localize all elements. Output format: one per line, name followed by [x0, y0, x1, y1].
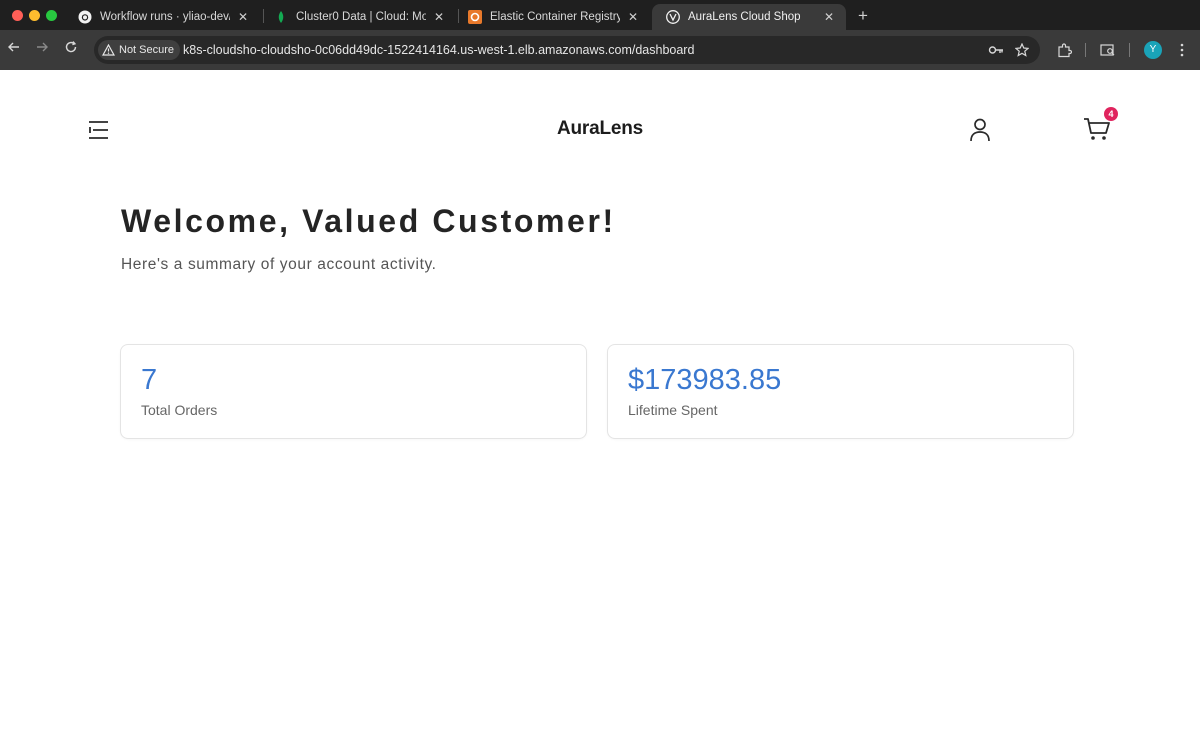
toolbar-divider — [1129, 43, 1130, 57]
page-subtitle: Here's a summary of your account activit… — [121, 256, 437, 273]
url-text[interactable]: k8s-cloudsho-cloudsho-0c06dd49dc-1522414… — [183, 43, 694, 57]
tab-close-icon[interactable]: ✕ — [236, 10, 250, 24]
stat-label: Total Orders — [141, 402, 218, 418]
tab-close-icon[interactable]: ✕ — [626, 10, 640, 24]
back-button[interactable] — [5, 40, 23, 58]
browser-tab-github[interactable]: Workflow runs · yliao-dev/The ✕ — [64, 4, 260, 30]
window-minimize-button[interactable] — [29, 10, 40, 21]
profile-avatar[interactable]: Y — [1144, 41, 1162, 59]
page-title: Welcome, Valued Customer! — [121, 203, 616, 239]
warning-icon — [102, 44, 115, 56]
cart-count-badge: 4 — [1104, 107, 1118, 121]
stat-card-lifetime-spent: $173983.85 Lifetime Spent — [607, 344, 1074, 439]
new-tab-button[interactable]: + — [854, 6, 872, 26]
window-zoom-button[interactable] — [46, 10, 57, 21]
mongodb-leaf-icon — [274, 10, 288, 24]
tab-title: Elastic Container Registry - In — [490, 11, 620, 23]
browser-tab-auralens[interactable]: AuraLens Cloud Shop ✕ — [652, 4, 846, 30]
extensions-icon[interactable] — [1055, 41, 1073, 59]
stat-card-total-orders: 7 Total Orders — [120, 344, 587, 439]
stat-label: Lifetime Spent — [628, 402, 718, 418]
forward-button[interactable] — [33, 40, 51, 58]
security-indicator[interactable]: Not Secure — [98, 40, 181, 60]
account-user-icon[interactable] — [968, 117, 992, 143]
auralens-icon — [666, 10, 680, 24]
stat-value: $173983.85 — [628, 364, 782, 396]
site-logo[interactable]: AuraLens — [0, 118, 1200, 140]
security-label: Not Secure — [119, 44, 175, 56]
browser-tab-strip: Workflow runs · yliao-dev/The ✕ Cluster0… — [0, 0, 1200, 30]
tab-title: Cluster0 Data | Cloud: Mongo — [296, 11, 426, 23]
tab-close-icon[interactable]: ✕ — [432, 10, 446, 24]
tab-title: AuraLens Cloud Shop — [688, 11, 801, 23]
password-key-icon[interactable] — [988, 42, 1004, 58]
reading-list-icon[interactable] — [1099, 41, 1117, 59]
tab-title: Workflow runs · yliao-dev/The — [100, 11, 230, 23]
bookmark-star-icon[interactable] — [1014, 42, 1030, 58]
browser-tab-mongodb[interactable]: Cluster0 Data | Cloud: Mongo ✕ — [260, 4, 456, 30]
tab-close-icon[interactable]: ✕ — [822, 10, 836, 24]
browser-tab-aws-ecr[interactable]: Elastic Container Registry - In ✕ — [454, 4, 650, 30]
reload-button[interactable] — [62, 40, 80, 58]
aws-ecr-icon — [468, 10, 482, 24]
stat-value: 7 — [141, 364, 158, 396]
github-icon — [78, 10, 92, 24]
window-close-button[interactable] — [12, 10, 23, 21]
toolbar-divider — [1085, 43, 1086, 57]
more-menu-icon[interactable] — [1173, 41, 1191, 59]
